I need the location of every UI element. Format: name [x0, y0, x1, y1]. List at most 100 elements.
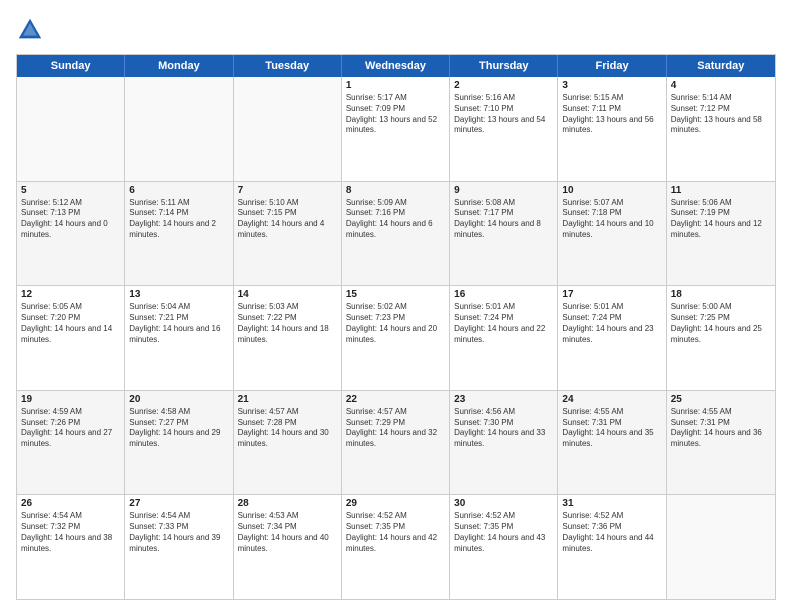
- calendar-cell: 24 Sunrise: 4:55 AMSunset: 7:31 PMDayligh…: [558, 391, 666, 495]
- calendar-week-1: 5Sunrise: 5:12 AMSunset: 7:13 PMDaylight…: [17, 182, 775, 287]
- calendar-header-cell-saturday: Saturday: [667, 55, 775, 77]
- day-number: 16: [454, 289, 553, 300]
- calendar-cell: 4Sunrise: 5:14 AMSunset: 7:12 PMDaylight…: [667, 77, 775, 181]
- day-number: 11: [671, 185, 771, 196]
- day-number: 14: [238, 289, 337, 300]
- day-number: 17: [562, 289, 661, 300]
- calendar-cell: 31Sunrise: 4:52 AMSunset: 7:36 PMDayligh…: [558, 495, 666, 599]
- day-number: 6: [129, 185, 228, 196]
- calendar-week-4: 26Sunrise: 4:54 AMSunset: 7:32 PMDayligh…: [17, 495, 775, 599]
- calendar-cell: 9 Sunrise: 5:08 AMSunset: 7:17 PMDaylight…: [450, 182, 558, 286]
- day-number: 22: [346, 394, 445, 405]
- cell-info: Sunrise: 4:58 AMSunset: 7:27 PMDaylight:…: [129, 407, 228, 450]
- calendar-cell: 23 Sunrise: 4:56 AMSunset: 7:30 PMDayligh…: [450, 391, 558, 495]
- calendar-week-3: 19 Sunrise: 4:59 AMSunset: 7:26 PMDayligh…: [17, 391, 775, 496]
- calendar-body: 1 Sunrise: 5:17 AMSunset: 7:09 PMDaylight…: [17, 77, 775, 599]
- calendar-header-cell-thursday: Thursday: [450, 55, 558, 77]
- cell-info: Sunrise: 5:07 AMSunset: 7:18 PMDaylight:…: [562, 198, 661, 241]
- day-number: 12: [21, 289, 120, 300]
- cell-info: Sunrise: 5:15 AMSunset: 7:11 PMDaylight:…: [562, 93, 661, 136]
- calendar-cell: 27 Sunrise: 4:54 AMSunset: 7:33 PMDayligh…: [125, 495, 233, 599]
- calendar-cell: 22 Sunrise: 4:57 AMSunset: 7:29 PMDayligh…: [342, 391, 450, 495]
- calendar-header-cell-tuesday: Tuesday: [234, 55, 342, 77]
- day-number: 13: [129, 289, 228, 300]
- cell-info: Sunrise: 4:54 AMSunset: 7:33 PMDaylight:…: [129, 511, 228, 554]
- day-number: 30: [454, 498, 553, 509]
- calendar-header-cell-friday: Friday: [558, 55, 666, 77]
- calendar-cell: [17, 77, 125, 181]
- calendar-cell: 29 Sunrise: 4:52 AMSunset: 7:35 PMDayligh…: [342, 495, 450, 599]
- cell-info: Sunrise: 5:02 AMSunset: 7:23 PMDaylight:…: [346, 302, 445, 345]
- cell-info: Sunrise: 4:52 AMSunset: 7:35 PMDaylight:…: [454, 511, 553, 554]
- calendar-cell: 30 Sunrise: 4:52 AMSunset: 7:35 PMDayligh…: [450, 495, 558, 599]
- cell-info: Sunrise: 5:10 AMSunset: 7:15 PMDaylight:…: [238, 198, 337, 241]
- day-number: 18: [671, 289, 771, 300]
- calendar-cell: 28 Sunrise: 4:53 AMSunset: 7:34 PMDayligh…: [234, 495, 342, 599]
- cell-info: Sunrise: 5:04 AMSunset: 7:21 PMDaylight:…: [129, 302, 228, 345]
- day-number: 28: [238, 498, 337, 509]
- day-number: 8: [346, 185, 445, 196]
- cell-info: Sunrise: 4:56 AMSunset: 7:30 PMDaylight:…: [454, 407, 553, 450]
- calendar-cell: 7 Sunrise: 5:10 AMSunset: 7:15 PMDaylight…: [234, 182, 342, 286]
- day-number: 9: [454, 185, 553, 196]
- calendar-cell: 6 Sunrise: 5:11 AMSunset: 7:14 PMDaylight…: [125, 182, 233, 286]
- calendar-cell: 26Sunrise: 4:54 AMSunset: 7:32 PMDayligh…: [17, 495, 125, 599]
- calendar-cell: 11 Sunrise: 5:06 AMSunset: 7:19 PMDayligh…: [667, 182, 775, 286]
- day-number: 25: [671, 394, 771, 405]
- calendar-cell: 21 Sunrise: 4:57 AMSunset: 7:28 PMDayligh…: [234, 391, 342, 495]
- day-number: 26: [21, 498, 120, 509]
- calendar-cell: 15 Sunrise: 5:02 AMSunset: 7:23 PMDayligh…: [342, 286, 450, 390]
- cell-info: Sunrise: 4:57 AMSunset: 7:29 PMDaylight:…: [346, 407, 445, 450]
- day-number: 31: [562, 498, 661, 509]
- calendar-cell: 10Sunrise: 5:07 AMSunset: 7:18 PMDayligh…: [558, 182, 666, 286]
- calendar-header-cell-wednesday: Wednesday: [342, 55, 450, 77]
- cell-info: Sunrise: 4:59 AMSunset: 7:26 PMDaylight:…: [21, 407, 120, 450]
- calendar-header-cell-sunday: Sunday: [17, 55, 125, 77]
- calendar-cell: 20 Sunrise: 4:58 AMSunset: 7:27 PMDayligh…: [125, 391, 233, 495]
- day-number: 29: [346, 498, 445, 509]
- day-number: 20: [129, 394, 228, 405]
- cell-info: Sunrise: 5:01 AMSunset: 7:24 PMDaylight:…: [454, 302, 553, 345]
- cell-info: Sunrise: 5:09 AMSunset: 7:16 PMDaylight:…: [346, 198, 445, 241]
- cell-info: Sunrise: 4:55 AMSunset: 7:31 PMDaylight:…: [562, 407, 661, 450]
- day-number: 27: [129, 498, 228, 509]
- calendar-cell: 14 Sunrise: 5:03 AMSunset: 7:22 PMDayligh…: [234, 286, 342, 390]
- cell-info: Sunrise: 5:03 AMSunset: 7:22 PMDaylight:…: [238, 302, 337, 345]
- cell-info: Sunrise: 5:01 AMSunset: 7:24 PMDaylight:…: [562, 302, 661, 345]
- cell-info: Sunrise: 4:57 AMSunset: 7:28 PMDaylight:…: [238, 407, 337, 450]
- cell-info: Sunrise: 5:17 AMSunset: 7:09 PMDaylight:…: [346, 93, 445, 136]
- cell-info: Sunrise: 5:06 AMSunset: 7:19 PMDaylight:…: [671, 198, 771, 241]
- calendar-week-2: 12 Sunrise: 5:05 AMSunset: 7:20 PMDayligh…: [17, 286, 775, 391]
- cell-info: Sunrise: 5:08 AMSunset: 7:17 PMDaylight:…: [454, 198, 553, 241]
- day-number: 21: [238, 394, 337, 405]
- cell-info: Sunrise: 5:16 AMSunset: 7:10 PMDaylight:…: [454, 93, 553, 136]
- day-number: 1: [346, 80, 445, 91]
- calendar-cell: 18 Sunrise: 5:00 AMSunset: 7:25 PMDayligh…: [667, 286, 775, 390]
- cell-info: Sunrise: 4:55 AMSunset: 7:31 PMDaylight:…: [671, 407, 771, 450]
- calendar-cell: 8 Sunrise: 5:09 AMSunset: 7:16 PMDaylight…: [342, 182, 450, 286]
- cell-info: Sunrise: 5:05 AMSunset: 7:20 PMDaylight:…: [21, 302, 120, 345]
- calendar-cell: [234, 77, 342, 181]
- calendar-cell: [667, 495, 775, 599]
- day-number: 2: [454, 80, 553, 91]
- calendar-week-0: 1 Sunrise: 5:17 AMSunset: 7:09 PMDaylight…: [17, 77, 775, 182]
- day-number: 19: [21, 394, 120, 405]
- cell-info: Sunrise: 5:11 AMSunset: 7:14 PMDaylight:…: [129, 198, 228, 241]
- header: [16, 16, 776, 44]
- day-number: 24: [562, 394, 661, 405]
- calendar-cell: 3Sunrise: 5:15 AMSunset: 7:11 PMDaylight…: [558, 77, 666, 181]
- logo: [16, 16, 48, 44]
- calendar-cell: 1 Sunrise: 5:17 AMSunset: 7:09 PMDaylight…: [342, 77, 450, 181]
- cell-info: Sunrise: 5:00 AMSunset: 7:25 PMDaylight:…: [671, 302, 771, 345]
- day-number: 7: [238, 185, 337, 196]
- cell-info: Sunrise: 4:52 AMSunset: 7:35 PMDaylight:…: [346, 511, 445, 554]
- calendar-cell: 5Sunrise: 5:12 AMSunset: 7:13 PMDaylight…: [17, 182, 125, 286]
- cell-info: Sunrise: 4:53 AMSunset: 7:34 PMDaylight:…: [238, 511, 337, 554]
- day-number: 15: [346, 289, 445, 300]
- day-number: 23: [454, 394, 553, 405]
- calendar-cell: 2 Sunrise: 5:16 AMSunset: 7:10 PMDaylight…: [450, 77, 558, 181]
- logo-icon: [16, 16, 44, 44]
- calendar-cell: 25 Sunrise: 4:55 AMSunset: 7:31 PMDayligh…: [667, 391, 775, 495]
- calendar-cell: [125, 77, 233, 181]
- calendar-cell: 12 Sunrise: 5:05 AMSunset: 7:20 PMDayligh…: [17, 286, 125, 390]
